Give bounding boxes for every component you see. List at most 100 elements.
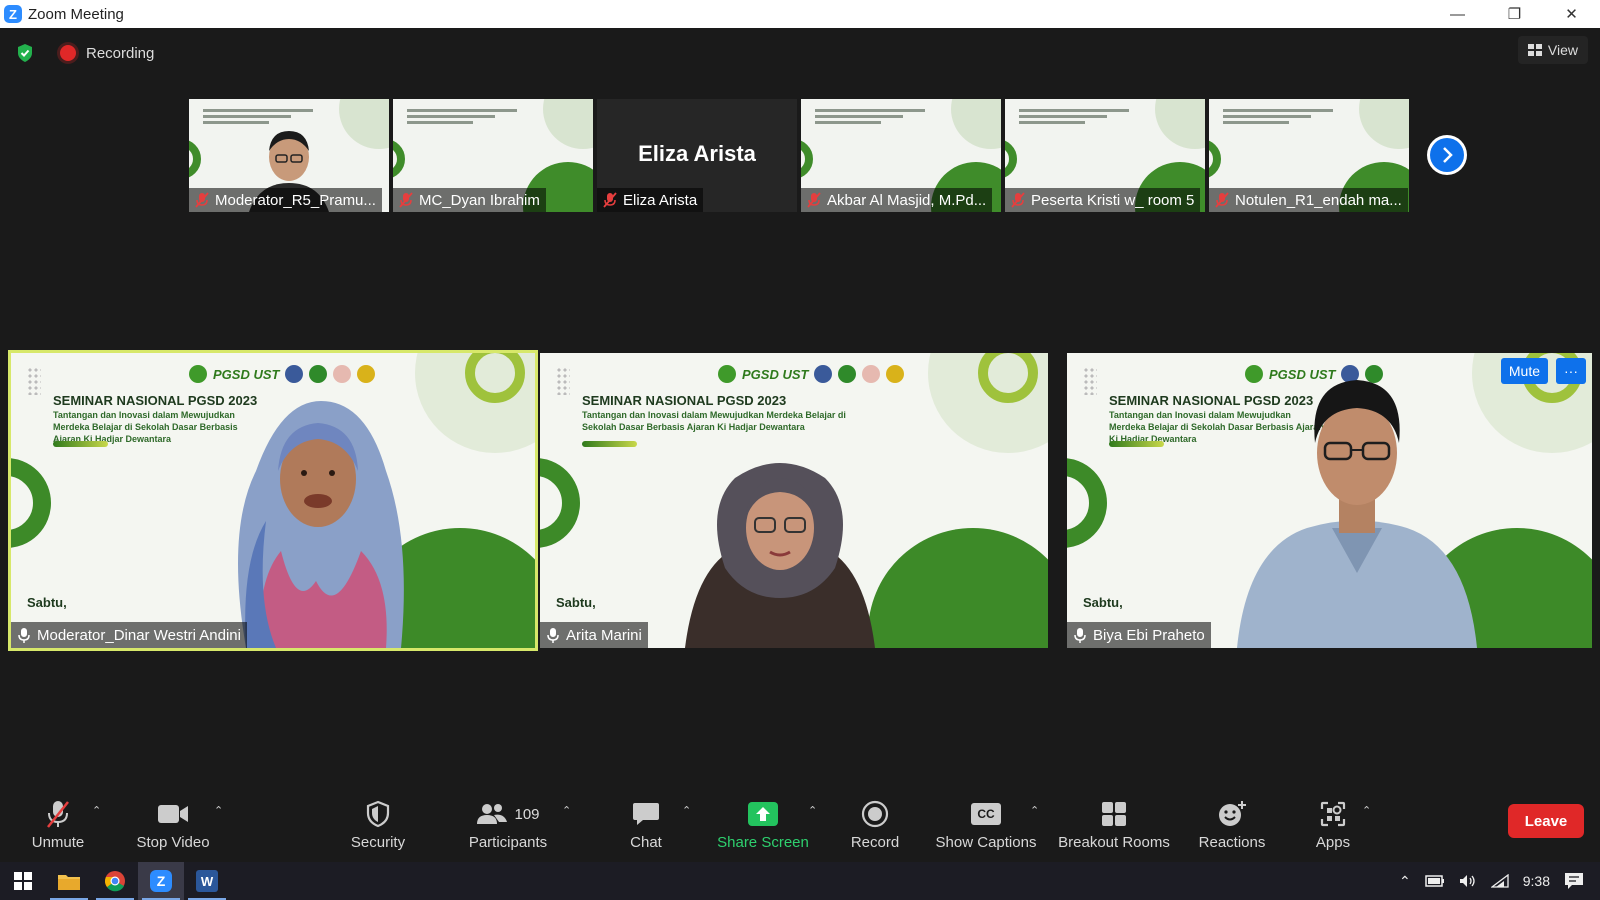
thumbnail-tile[interactable]: Eliza Arista Eliza Arista [597, 99, 797, 212]
show-captions-button[interactable]: CC Show Captions [934, 790, 1038, 862]
more-options-button[interactable]: ··· [1556, 358, 1586, 384]
chat-button[interactable]: Chat [606, 790, 686, 862]
battery-icon[interactable] [1425, 875, 1445, 887]
audio-options-caret-icon[interactable]: ⌃ [92, 804, 101, 817]
share-screen-icon [748, 802, 778, 826]
chevron-right-icon [1443, 147, 1453, 163]
muted-mic-icon [195, 192, 209, 208]
muted-mic-icon [603, 192, 617, 208]
taskbar-chrome[interactable] [92, 862, 138, 900]
breakout-rooms-icon [1102, 802, 1126, 826]
file-explorer-icon [58, 875, 80, 890]
apps-icon [1320, 801, 1346, 827]
system-tray: ⌃ 9:38 [1399, 862, 1600, 900]
stop-video-button[interactable]: Stop Video [128, 790, 218, 862]
microphone-icon [18, 628, 30, 643]
thumbnail-name-tag: Peserta Kristi w_ room 5 [1005, 188, 1201, 212]
video-camera-icon [158, 805, 188, 823]
chat-label: Chat [630, 834, 662, 851]
participant-name: Akbar Al Masjid, M.Pd... [827, 191, 987, 209]
notifications-icon[interactable] [1564, 872, 1584, 890]
speaker-tile[interactable]: PGSD UST SEMINAR NASIONAL PGSD 2023 Tant… [540, 353, 1048, 648]
reactions-button[interactable]: Reactions [1192, 790, 1272, 862]
thumbnail-tile[interactable]: Akbar Al Masjid, M.Pd... [801, 99, 1001, 212]
unmute-button[interactable]: Unmute [18, 790, 98, 862]
clock-time[interactable]: 9:38 [1523, 873, 1550, 889]
volume-icon[interactable] [1459, 874, 1477, 888]
participants-icon [477, 804, 508, 824]
slide-title: SEMINAR NASIONAL PGSD 2023 [582, 393, 787, 408]
participant-name: Notulen_R1_endah ma... [1235, 191, 1402, 209]
muted-mic-icon [807, 192, 821, 208]
minimize-icon[interactable]: — [1429, 0, 1486, 28]
slide-date: Sabtu, [556, 595, 596, 610]
apps-button[interactable]: Apps [1293, 790, 1373, 862]
thumbnail-name-tag: Eliza Arista [597, 188, 704, 212]
speaker-tile[interactable]: PGSD UST SEMINAR NASIONAL PGSD 2023 Tant… [8, 350, 538, 651]
speaker-name: Arita Marini [566, 626, 642, 644]
speaker-video [238, 401, 404, 648]
chrome-icon [105, 871, 125, 892]
stop-video-label: Stop Video [136, 834, 210, 851]
breakout-rooms-label: Breakout Rooms [1058, 834, 1170, 851]
os-taskbar: Z W ⌃ 9:38 [0, 862, 1600, 900]
thumbnail-tile[interactable]: MC_Dyan Ibrahim [393, 99, 593, 212]
thumbnail-tile[interactable]: Peserta Kristi w_ room 5 [1005, 99, 1205, 212]
security-button[interactable]: Security [338, 790, 418, 862]
captions-options-caret-icon[interactable]: ⌃ [1030, 804, 1039, 817]
breakout-rooms-button[interactable]: Breakout Rooms [1056, 790, 1172, 862]
taskbar-file-explorer[interactable] [46, 862, 92, 900]
apps-label: Apps [1315, 834, 1351, 851]
thumbnail-tile[interactable]: Moderator_R5_Pramu... [189, 99, 389, 212]
share-screen-label: Share Screen [717, 834, 809, 851]
taskbar-word[interactable]: W [184, 862, 230, 900]
windows-logo-icon [14, 872, 32, 890]
share-screen-button[interactable]: Share Screen [713, 790, 813, 862]
slide-brand: PGSD UST [213, 366, 280, 382]
participants-options-caret-icon[interactable]: ⌃ [562, 804, 571, 817]
recording-indicator[interactable]: Recording [60, 45, 154, 62]
recording-label: Recording [86, 44, 155, 62]
window-titlebar: Z Zoom Meeting — ❐ ✕ [0, 0, 1600, 28]
participant-thumbnail-strip: Moderator_R5_Pramu... MC_Dyan Ibrahim El… [189, 99, 1409, 212]
participants-button[interactable]: 109 Participants [458, 790, 558, 862]
speaker-name: Biya Ebi Praheto [1093, 626, 1205, 644]
muted-mic-icon [399, 192, 413, 208]
record-icon [861, 800, 889, 828]
thumbnail-tile[interactable]: Notulen_R1_endah ma... [1209, 99, 1409, 212]
speaker-tile[interactable]: PGSD UST SEMINAR NASIONAL PGSD 2023 Tant… [1067, 353, 1592, 648]
mute-participant-button[interactable]: Mute [1500, 358, 1548, 384]
participants-label: Participants [468, 834, 548, 851]
closed-captions-icon: CC [971, 803, 1001, 825]
unmute-label: Unmute [31, 834, 85, 851]
slide-date: Sabtu, [27, 595, 67, 610]
chat-options-caret-icon[interactable]: ⌃ [682, 804, 691, 817]
video-options-caret-icon[interactable]: ⌃ [214, 804, 223, 817]
apps-options-caret-icon[interactable]: ⌃ [1362, 804, 1371, 817]
restore-icon[interactable]: ❐ [1486, 0, 1543, 28]
encryption-shield-icon[interactable] [14, 42, 36, 64]
meeting-toolbar: Unmute ⌃ Stop Video ⌃ Security 109 Parti… [0, 790, 1600, 862]
word-icon: W [196, 870, 218, 892]
window-controls: — ❐ ✕ [1429, 0, 1600, 28]
taskbar-zoom[interactable]: Z [138, 862, 184, 900]
record-label: Record [850, 834, 900, 851]
next-page-button[interactable] [1427, 135, 1467, 175]
window-title: Zoom Meeting [28, 5, 124, 23]
view-button[interactable]: View [1517, 36, 1588, 64]
meeting-stage: Recording View Moderator_R5_Pramu... MC_… [0, 28, 1600, 810]
participant-name: MC_Dyan Ibrahim [419, 191, 540, 209]
wifi-icon[interactable] [1490, 874, 1509, 888]
share-options-caret-icon[interactable]: ⌃ [808, 804, 817, 817]
leave-meeting-button[interactable]: Leave [1508, 804, 1584, 838]
reactions-label: Reactions [1198, 834, 1266, 851]
meeting-status-bar: Recording [14, 42, 154, 64]
view-label: View [1547, 42, 1578, 58]
tray-overflow-chevron-icon[interactable]: ⌃ [1399, 873, 1411, 890]
speaker-name-tag: Moderator_Dinar Westri Andini [11, 622, 247, 648]
security-shield-icon [366, 800, 390, 828]
windows-start-button[interactable] [0, 862, 46, 900]
slide-brand: PGSD UST [742, 366, 809, 382]
close-icon[interactable]: ✕ [1543, 0, 1600, 28]
record-button[interactable]: Record [835, 790, 915, 862]
